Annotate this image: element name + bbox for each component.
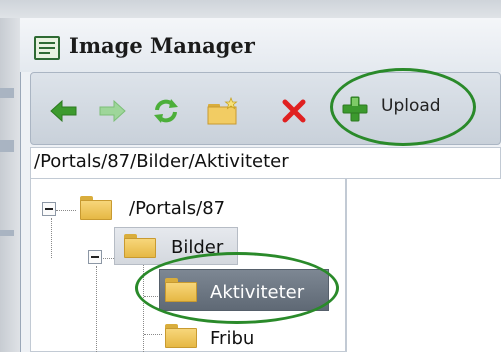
window-title: Image Manager <box>69 33 255 58</box>
plus-icon <box>342 96 368 122</box>
tree-node-portals-87[interactable]: /Portals/87 <box>129 198 225 219</box>
upload-button[interactable] <box>337 92 373 126</box>
tree-node-aktiviteter[interactable]: Aktiviteter <box>210 282 304 303</box>
delete-x-icon <box>282 99 306 123</box>
new-folder-icon <box>207 96 238 125</box>
background-fragment <box>0 230 14 236</box>
delete-button[interactable] <box>276 94 312 128</box>
file-list-panel <box>346 179 501 352</box>
folder-icon <box>124 234 156 258</box>
folder-icon <box>80 196 112 220</box>
new-folder-button[interactable] <box>205 94 241 128</box>
tree-connector <box>96 266 97 352</box>
back-button[interactable] <box>46 94 82 128</box>
tree-node-bilder[interactable]: Bilder <box>171 237 223 258</box>
background-fragment <box>0 140 14 152</box>
tree-node-fribu[interactable]: Fribu <box>210 328 254 349</box>
background-fragment <box>0 88 14 98</box>
folder-icon <box>165 324 197 348</box>
current-path: /Portals/87/Bilder/Aktiviteter <box>34 151 289 172</box>
collapse-toggle-bilder[interactable] <box>88 250 102 264</box>
image-manager-icon <box>34 36 60 60</box>
forward-button[interactable] <box>94 94 130 128</box>
tree-connector <box>51 218 52 258</box>
background-strip <box>0 0 501 18</box>
collapse-toggle-portals[interactable] <box>42 202 56 216</box>
refresh-icon <box>154 99 178 123</box>
arrow-left-icon <box>50 99 77 123</box>
tree-connector <box>144 334 162 335</box>
background-strip-left <box>0 18 20 352</box>
upload-button-label[interactable]: Upload <box>381 96 441 116</box>
tree-connector <box>143 262 144 352</box>
arrow-right-icon <box>99 99 126 123</box>
folder-icon <box>165 278 197 302</box>
refresh-button[interactable] <box>148 94 184 128</box>
tree-connector <box>56 210 76 211</box>
